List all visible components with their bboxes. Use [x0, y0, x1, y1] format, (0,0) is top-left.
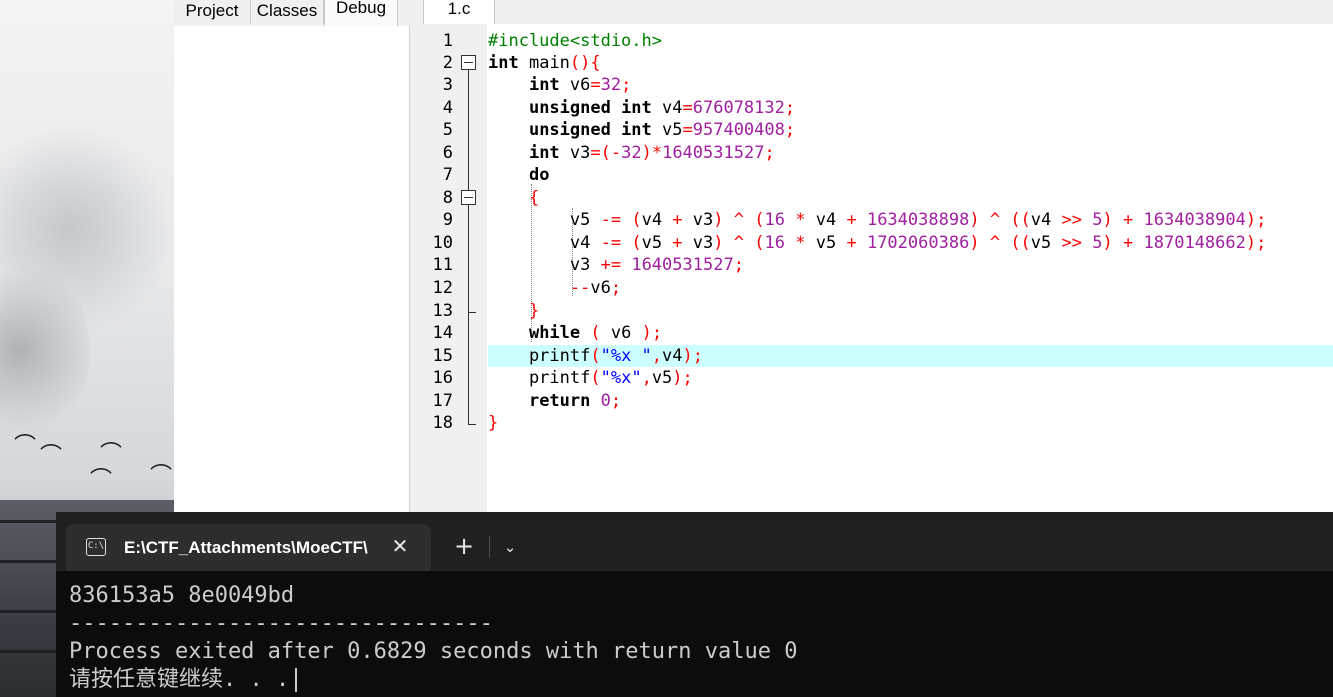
tab-classes[interactable]: Classes	[251, 0, 324, 24]
panel-tabs: Project Classes Debug	[174, 0, 410, 27]
fold-end-marker	[468, 424, 476, 425]
terminal-window: C:\ E:\CTF_Attachments\MoeCTF\ ✕ + ⌄ 836…	[56, 512, 1333, 697]
code-line: #include<stdio.h>	[488, 30, 662, 52]
bird-decoration: ⌒	[150, 464, 173, 489]
line-number: 1	[442, 31, 453, 51]
code-line: printf("%x",v5);	[488, 368, 693, 388]
code-line: v3 += 1640531527;	[488, 255, 744, 275]
code-line: int v6=32;	[528, 75, 632, 95]
terminal-line: Process exited after 0.6829 seconds with…	[69, 639, 798, 664]
line-number: 6	[442, 143, 453, 163]
fold-toggle-icon[interactable]	[461, 55, 476, 70]
code-line: unsigned int v4=676078132;	[528, 98, 796, 118]
terminal-icon: C:\	[86, 538, 106, 556]
code-line: return 0;	[528, 391, 622, 411]
terminal-tab-bar: C:\ E:\CTF_Attachments\MoeCTF\ ✕ + ⌄	[56, 512, 1333, 571]
line-number: 9	[442, 210, 453, 230]
line-number: 16	[432, 368, 453, 388]
editor-gutter: 1 2 3 4 5 6 7 8 9 10 11 12 13 14 15 16 1…	[423, 24, 487, 512]
bird-decoration: ⌒	[14, 434, 37, 459]
code-line: v5 -= (v4 + v3) ^ (16 * v4 + 1634038898)…	[488, 210, 1267, 230]
code-line: {	[528, 188, 540, 208]
line-number: 8	[442, 188, 453, 208]
tab-file-1c[interactable]: 1.c	[423, 0, 495, 25]
fold-guide	[468, 70, 469, 190]
tab-separator	[489, 536, 490, 558]
terminal-tab[interactable]: C:\ E:\CTF_Attachments\MoeCTF\ ✕	[66, 524, 431, 571]
line-number: 12	[432, 278, 453, 298]
ide-window: Project Classes Debug 1.c 1 2 3 4 5 6 7 …	[174, 0, 1333, 512]
code-line: --v6;	[569, 278, 622, 298]
terminal-line: 836153a5 8e0049bd	[69, 583, 295, 608]
editor-tabs: 1.c	[423, 0, 1333, 25]
tab-project[interactable]: Project	[174, 0, 251, 24]
code-editor[interactable]: 1 2 3 4 5 6 7 8 9 10 11 12 13 14 15 16 1…	[423, 24, 1333, 512]
line-number: 15	[432, 346, 453, 366]
code-line: while ( v6 );	[528, 323, 663, 343]
code-line: }	[528, 301, 540, 321]
new-tab-button[interactable]: +	[452, 533, 476, 561]
code-line: v4 -= (v5 + v3) ^ (16 * v5 + 1702060386)…	[488, 233, 1267, 253]
code-line: unsigned int v5=957400408;	[528, 120, 796, 140]
line-number: 13	[432, 301, 453, 321]
code-line: }	[488, 413, 499, 433]
code-line: int v3=(-32)*1640531527;	[528, 143, 775, 163]
line-number: 7	[442, 165, 453, 185]
line-number: 14	[432, 323, 453, 343]
bird-decoration: ⌒	[90, 468, 113, 493]
code-line-highlighted: printf("%x ",v4);	[488, 345, 1333, 367]
line-number: 11	[432, 255, 453, 275]
panel-splitter[interactable]	[410, 0, 423, 512]
line-number: 18	[432, 413, 453, 433]
close-icon[interactable]: ✕	[388, 534, 412, 558]
fold-guide	[468, 205, 469, 425]
line-number: 2	[442, 53, 453, 73]
line-number: 17	[432, 391, 453, 411]
line-number: 3	[442, 75, 453, 95]
fold-end-marker	[468, 312, 476, 313]
code-line: int main(){	[488, 53, 601, 73]
code-line: do	[528, 165, 550, 185]
fold-toggle-icon[interactable]	[461, 190, 476, 205]
text-cursor	[295, 668, 298, 692]
tab-debug[interactable]: Debug	[324, 0, 398, 27]
terminal-prompt-line: 请按任意键继续. . .	[69, 666, 298, 694]
line-number: 10	[432, 233, 453, 253]
code-text: #include<stdio.h>	[488, 31, 662, 51]
terminal-prompt-text: 请按任意键继续. . .	[69, 667, 290, 692]
line-number: 5	[442, 120, 453, 140]
terminal-tab-title: E:\CTF_Attachments\MoeCTF\	[124, 538, 368, 557]
line-number: 4	[442, 98, 453, 118]
chevron-down-icon[interactable]: ⌄	[499, 533, 521, 561]
bird-decoration: ⌒	[40, 444, 63, 469]
terminal-line: --------------------------------	[69, 611, 493, 636]
project-panel	[174, 26, 410, 512]
